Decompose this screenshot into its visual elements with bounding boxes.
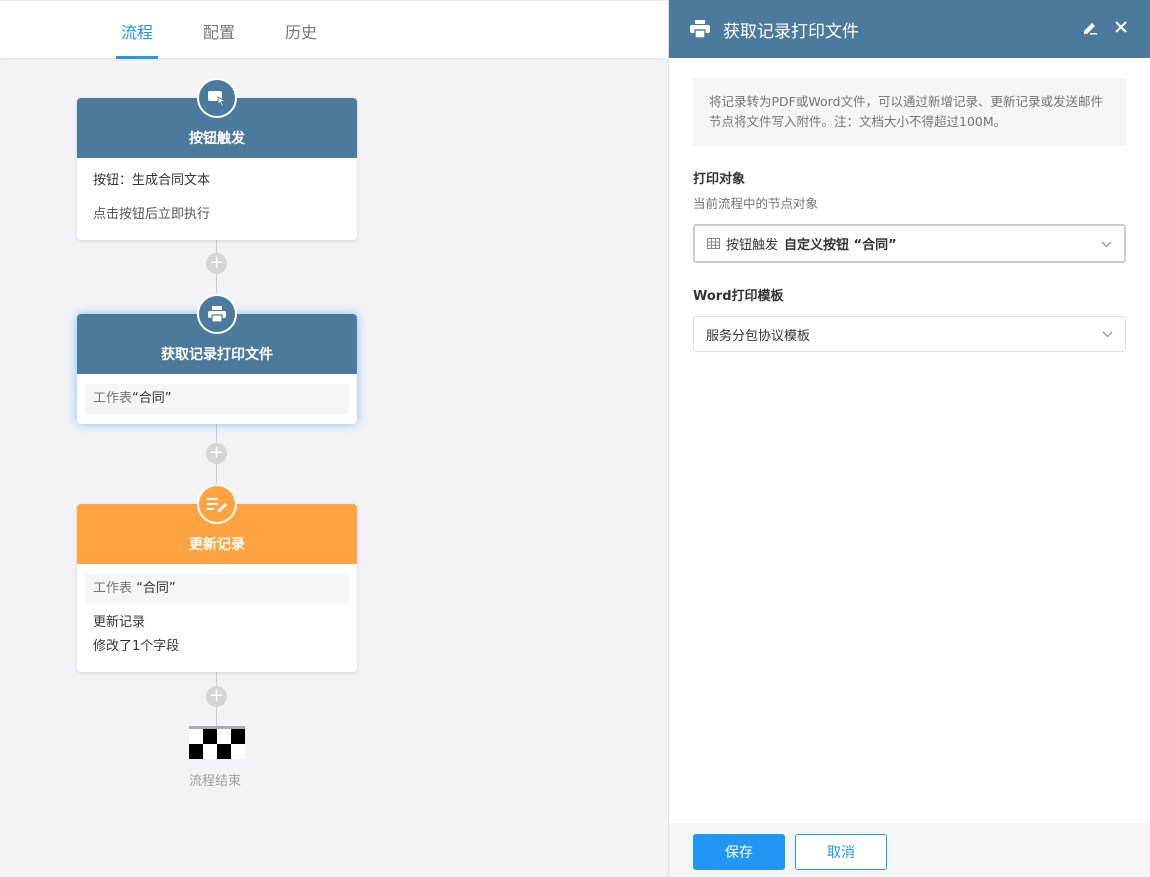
top-tab-bar: 流程 配置 历史 bbox=[0, 0, 668, 59]
button-cursor-icon bbox=[197, 78, 237, 118]
tab-config[interactable]: 配置 bbox=[203, 19, 235, 59]
finish-flag-icon bbox=[189, 726, 245, 759]
node-button-trigger[interactable]: 按钮触发 按钮：生成合同文本 点击按钮后立即执行 bbox=[77, 78, 357, 240]
worksheet-label: 工作表 bbox=[93, 391, 133, 406]
printer-icon bbox=[197, 294, 237, 334]
selected-node-name: 按钮触发 bbox=[726, 238, 779, 253]
add-node-button[interactable]: + bbox=[206, 253, 227, 274]
worksheet-label: 工作表 bbox=[93, 581, 133, 596]
worksheet-name: “合同” bbox=[132, 391, 172, 406]
chevron-down-icon bbox=[1102, 328, 1113, 344]
selected-template: 服务分包协议模板 bbox=[706, 328, 811, 344]
node-detail: 修改了1个字段 bbox=[93, 639, 180, 654]
close-icon[interactable] bbox=[1114, 20, 1128, 36]
word-template-select[interactable]: 服务分包协议模板 bbox=[693, 316, 1126, 352]
node-detail: 更新记录 bbox=[93, 615, 146, 630]
panel-header: 获取记录打印文件 bbox=[669, 0, 1150, 58]
panel-footer: 保存 取消 bbox=[669, 823, 1150, 877]
info-notice: 将记录转为PDF或Word文件，可以通过新增记录、更新记录或发送邮件节点将文件写… bbox=[693, 78, 1126, 146]
flow-end-label: 流程结束 bbox=[189, 774, 242, 789]
word-template-title: Word打印模板 bbox=[693, 289, 784, 304]
save-button[interactable]: 保存 bbox=[693, 834, 785, 870]
add-node-button[interactable]: + bbox=[206, 686, 227, 707]
selected-object-name: 自定义按钮 “合同” bbox=[784, 238, 897, 253]
tab-flow[interactable]: 流程 bbox=[115, 19, 159, 59]
print-target-select[interactable]: 按钮触发 自定义按钮 “合同” bbox=[693, 224, 1126, 263]
node-detail: 点击按钮后立即执行 bbox=[93, 207, 211, 222]
table-icon bbox=[707, 238, 720, 249]
flow-canvas: + + + 按钮触发 按钮：生成合同文本 点击按钮后立即执行 获取记录打印文件 bbox=[0, 58, 668, 877]
add-node-button[interactable]: + bbox=[206, 443, 227, 464]
worksheet-box: 工作表 “合同” bbox=[85, 574, 349, 604]
chevron-down-icon bbox=[1101, 238, 1112, 254]
cancel-button[interactable]: 取消 bbox=[795, 834, 887, 870]
worksheet-name: “合同” bbox=[136, 581, 176, 596]
node-config-panel: 获取记录打印文件 将记录转为PDF或Word文件，可以通过新增记录、更新记录或发… bbox=[668, 0, 1150, 877]
node-update-record[interactable]: 更新记录 工作表 “合同” 更新记录 修改了1个字段 bbox=[77, 484, 357, 672]
edit-list-icon bbox=[197, 484, 237, 524]
tab-history[interactable]: 历史 bbox=[285, 19, 317, 59]
worksheet-box: 工作表“合同” bbox=[85, 384, 349, 414]
printer-icon bbox=[689, 19, 711, 39]
print-target-title: 打印对象 bbox=[693, 172, 746, 187]
node-detail: 按钮：生成合同文本 bbox=[93, 173, 211, 188]
edit-name-icon[interactable] bbox=[1082, 20, 1098, 36]
node-print-file[interactable]: 获取记录打印文件 工作表“合同” bbox=[77, 294, 357, 424]
print-target-desc: 当前流程中的节点对象 bbox=[693, 196, 819, 211]
panel-title: 获取记录打印文件 bbox=[723, 21, 859, 42]
